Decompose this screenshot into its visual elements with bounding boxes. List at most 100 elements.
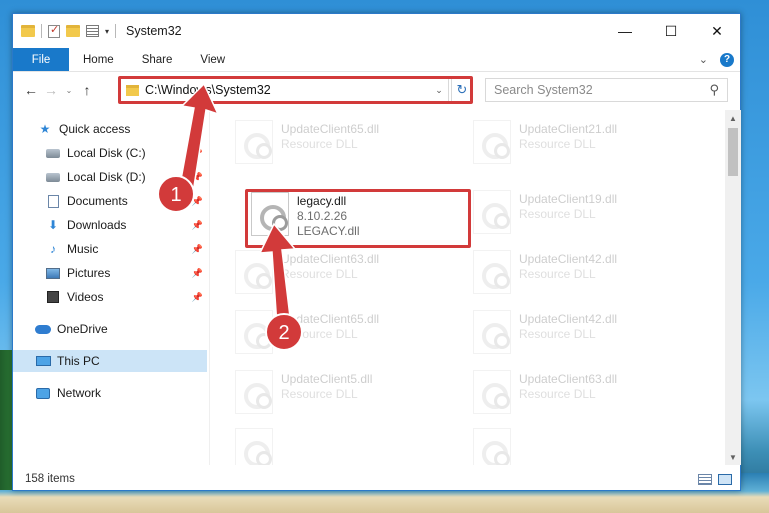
new-folder-icon[interactable]: [66, 25, 80, 37]
list-item[interactable]: UpdateClient65.dll Resource DLL: [235, 310, 465, 362]
disk-icon: [45, 170, 61, 184]
documents-icon: [45, 194, 61, 208]
pictures-icon: [45, 266, 61, 280]
folder-icon[interactable]: [21, 25, 35, 37]
navigation-buttons: ← → ⌄ ↑: [21, 82, 97, 98]
tab-view[interactable]: View: [186, 48, 239, 71]
close-button[interactable]: ✕: [694, 14, 740, 48]
dll-file-icon: [235, 250, 273, 294]
scroll-down-arrow-icon[interactable]: ▼: [725, 449, 741, 465]
nav-item-label: Network: [57, 386, 102, 400]
file-type: Resource DLL: [281, 137, 358, 151]
details-view-icon[interactable]: [698, 473, 712, 485]
refresh-button[interactable]: ↻: [451, 78, 473, 102]
ribbon-right-controls: ⌄ ?: [699, 48, 740, 71]
recent-locations-chevron-icon[interactable]: ⌄: [61, 86, 77, 95]
vertical-scrollbar[interactable]: ▲ ▼: [725, 110, 741, 465]
nav-item-label: OneDrive: [57, 322, 108, 336]
star-icon: ★: [39, 122, 51, 136]
tab-share[interactable]: Share: [128, 48, 187, 71]
list-item[interactable]: [235, 428, 465, 465]
nav-item-label: Music: [67, 242, 99, 256]
file-name: UpdateClient65.dll: [281, 312, 380, 326]
file-type: Resource DLL: [519, 387, 596, 401]
pin-icon: 📌: [191, 147, 203, 158]
file-name: UpdateClient65.dll: [281, 122, 380, 136]
forward-arrow-icon[interactable]: →: [41, 82, 61, 98]
nav-item-label: Documents: [67, 194, 128, 208]
file-type: Resource DLL: [281, 267, 358, 281]
file-type: Resource DLL: [281, 327, 358, 341]
toolbar-divider: [41, 24, 42, 38]
list-item[interactable]: UpdateClient63.dll Resource DLL: [235, 250, 465, 302]
nav-item-downloads[interactable]: ⬇ Downloads 📌: [13, 214, 207, 236]
properties-check-icon[interactable]: [48, 23, 60, 38]
nav-item-documents[interactable]: Documents 📌: [13, 190, 207, 212]
view-properties-icon[interactable]: [86, 25, 99, 37]
search-icon[interactable]: ⚲: [709, 82, 719, 98]
up-arrow-icon[interactable]: ↑: [77, 82, 97, 98]
file-name: UpdateClient42.dll: [519, 252, 618, 266]
scroll-thumb[interactable]: [728, 128, 738, 176]
list-item[interactable]: UpdateClient5.dll Resource DLL: [235, 370, 465, 422]
quick-access-toolbar: ▾: [13, 23, 117, 38]
address-bar[interactable]: C:\Windows\System32 ⌄: [119, 78, 449, 102]
nav-item-local-disk-c[interactable]: Local Disk (C:) 📌: [13, 142, 207, 164]
list-item[interactable]: [473, 428, 703, 465]
file-version: 8.10.2.26: [297, 209, 348, 223]
nav-item-videos[interactable]: Videos 📌: [13, 286, 207, 308]
dll-file-icon: [473, 310, 511, 354]
minimize-button[interactable]: —: [602, 14, 648, 48]
list-item[interactable]: UpdateClient42.dll Resource DLL: [473, 310, 703, 362]
this-pc-icon: [35, 354, 51, 368]
dll-file-icon: [473, 370, 511, 414]
customize-toolbar-chevron-icon[interactable]: ▾: [105, 27, 109, 36]
large-icons-view-icon[interactable]: [718, 473, 732, 485]
expand-ribbon-chevron-icon[interactable]: ⌄: [699, 53, 708, 66]
file-name: UpdateClient63.dll: [281, 252, 380, 266]
toolbar-divider: [115, 24, 117, 38]
pane-divider[interactable]: [209, 110, 210, 465]
list-item[interactable]: UpdateClient21.dll Resource DLL: [473, 120, 703, 172]
list-item[interactable]: UpdateClient42.dll Resource DLL: [473, 250, 703, 302]
scroll-up-arrow-icon[interactable]: ▲: [725, 110, 741, 126]
folder-icon: [126, 84, 139, 96]
maximize-button[interactable]: ☐: [648, 14, 694, 48]
pin-icon: 📌: [191, 171, 203, 182]
pin-icon: 📌: [191, 291, 203, 302]
address-path[interactable]: C:\Windows\System32: [145, 83, 430, 97]
network-icon: [35, 386, 51, 400]
tab-file[interactable]: File: [13, 48, 69, 71]
nav-item-label: Videos: [67, 290, 104, 304]
list-item[interactable]: UpdateClient19.dll Resource DLL: [473, 190, 703, 242]
file-description: LEGACY.dll: [297, 224, 360, 238]
list-item[interactable]: UpdateClient63.dll Resource DLL: [473, 370, 703, 422]
dll-file-icon: [235, 310, 273, 354]
videos-icon: [45, 290, 61, 304]
nav-item-local-disk-d[interactable]: Local Disk (D:) 📌: [13, 166, 207, 188]
highlighted-file-item[interactable]: legacy.dll 8.10.2.26 LEGACY.dll: [251, 192, 481, 244]
nav-item-quick-access[interactable]: ★ Quick access: [13, 118, 207, 140]
nav-item-music[interactable]: ♪ Music 📌: [13, 238, 207, 260]
help-icon[interactable]: ?: [720, 52, 734, 67]
list-item[interactable]: UpdateClient65.dll Resource DLL: [235, 120, 465, 172]
file-type: Resource DLL: [519, 137, 596, 151]
status-bar: 158 items: [13, 468, 740, 490]
dll-file-icon: [235, 428, 273, 465]
dll-file-icon: [251, 192, 289, 236]
nav-item-onedrive[interactable]: OneDrive: [13, 318, 207, 340]
window-title: System32: [126, 24, 182, 38]
search-input[interactable]: Search System32 ⚲: [485, 78, 728, 102]
nav-item-label: This PC: [57, 354, 100, 368]
dll-file-icon: [235, 120, 273, 164]
nav-item-pictures[interactable]: Pictures 📌: [13, 262, 207, 284]
title-bar: ▾ System32 — ☐ ✕: [13, 14, 740, 48]
file-name: UpdateClient5.dll: [281, 372, 373, 386]
nav-item-network[interactable]: Network: [13, 382, 207, 404]
dll-file-icon: [473, 190, 511, 234]
nav-item-this-pc[interactable]: This PC: [13, 350, 207, 372]
tab-home[interactable]: Home: [69, 48, 128, 71]
file-name: legacy.dll: [297, 194, 347, 208]
address-history-chevron-icon[interactable]: ⌄: [430, 85, 448, 96]
back-arrow-icon[interactable]: ←: [21, 82, 41, 98]
